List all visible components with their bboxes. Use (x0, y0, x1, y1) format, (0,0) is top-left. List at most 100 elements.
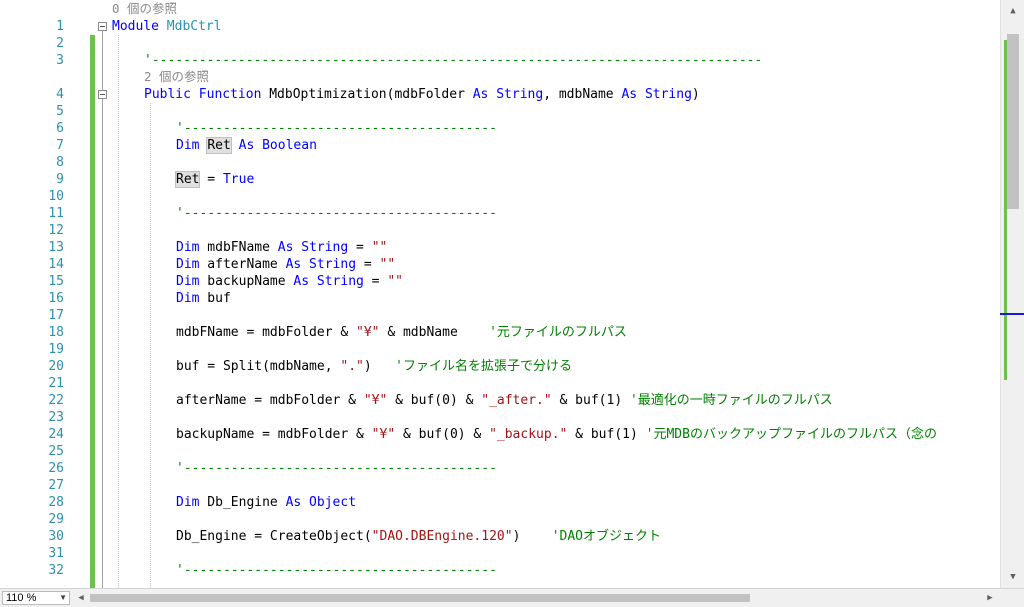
function-reference-count[interactable]: 2 個の参照 (144, 69, 209, 85)
line-number: 2 (56, 36, 64, 51)
code-text: & buf(0) & (395, 427, 490, 442)
scroll-right-icon[interactable]: ▶ (983, 591, 997, 605)
vertical-scroll-thumb[interactable] (1007, 34, 1019, 209)
vertical-scrollbar[interactable]: ▲ ▼ (1000, 0, 1024, 588)
code-text: = (356, 257, 380, 272)
module-name: MdbCtrl (158, 19, 222, 34)
line-number: 30 (48, 529, 64, 544)
line-number: 11 (48, 206, 64, 221)
line-number: 6 (56, 121, 64, 136)
keyword: As Object (285, 495, 357, 510)
string-literal: "DAO.DBEngine.120" (371, 529, 513, 544)
change-tracking-bar (90, 35, 95, 588)
zoom-level-dropdown[interactable]: 110 % ▼ (2, 591, 70, 605)
code-line-3: '---------------------------------------… (144, 52, 762, 69)
string-literal: "" (371, 240, 388, 255)
line-number: 15 (48, 274, 64, 289)
code-text: mdbFName = mdbFolder & (176, 325, 357, 340)
comment: 'ファイル名を拡張子で分ける (395, 359, 572, 374)
line-number: 8 (56, 155, 64, 170)
code-line-4: Public Function MdbOptimization(mdbFolde… (144, 86, 700, 103)
zoom-level-value: 110 % (6, 592, 37, 604)
separator-comment: '---------------------------------------… (176, 206, 497, 221)
line-number: 4 (56, 87, 64, 102)
code-text: & buf(1) (567, 427, 646, 442)
code-text: ) (363, 359, 396, 374)
keyword: Dim (176, 257, 200, 272)
caret-position-marker (1000, 313, 1024, 315)
scroll-up-icon[interactable]: ▲ (1006, 4, 1020, 18)
comment: '元ファイルのフルパス (489, 325, 627, 340)
code-text: Db_Engine = CreateObject( (176, 529, 372, 544)
string-literal: "" (387, 274, 403, 289)
line-number: 32 (48, 563, 64, 578)
line-number: 5 (56, 104, 64, 119)
line-number: 20 (48, 359, 64, 374)
collapse-module-icon[interactable] (98, 22, 107, 31)
string-literal: "¥" (371, 427, 396, 442)
keyword: Public Function (144, 87, 262, 102)
module-reference-count[interactable]: 0 個の参照 (112, 1, 177, 17)
line-number: 28 (48, 495, 64, 510)
code-text: = (199, 172, 223, 187)
highlighted-variable: Ret (174, 171, 201, 188)
code-text: & buf(1) (551, 393, 630, 408)
code-line-26: '---------------------------------------… (176, 460, 497, 477)
fold-guide-line (102, 31, 103, 588)
chevron-down-icon: ▼ (59, 593, 67, 602)
keyword: As String (472, 87, 544, 102)
keyword: Module (112, 19, 159, 34)
code-text: = (363, 274, 388, 289)
line-number: 3 (56, 53, 64, 68)
code-line-11: '---------------------------------------… (176, 205, 497, 222)
code-line-18: mdbFName = mdbFolder & "¥" & mdbName '元フ… (176, 324, 627, 341)
line-number: 21 (48, 376, 64, 391)
code-line-9: Ret = True (174, 171, 254, 188)
line-number: 29 (48, 512, 64, 527)
scroll-down-icon[interactable]: ▼ (1006, 570, 1020, 584)
line-number: 24 (48, 427, 64, 442)
keyword: As String (621, 87, 692, 102)
line-number: 16 (48, 291, 64, 306)
string-literal: "" (379, 257, 396, 272)
code-editor[interactable]: 1 2 3 4 5 6 7 8 9 10 11 12 13 14 15 16 1… (0, 0, 1000, 588)
line-number: 31 (48, 546, 64, 561)
code-line-13: Dim mdbFName As String = "" (176, 239, 387, 256)
line-number: 7 (56, 138, 64, 153)
comment: '元MDBのバックアップファイルのフルパス（念の (645, 427, 937, 442)
horizontal-scrollbar-area[interactable]: 110 % ▼ ◀ ▶ (0, 588, 1024, 607)
separator-comment: '---------------------------------------… (176, 121, 497, 136)
code-line-14: Dim afterName As String = "" (176, 256, 395, 273)
string-literal: "." (340, 359, 364, 374)
code-text: Db_Engine (199, 495, 286, 510)
separator-comment: '---------------------------------------… (176, 461, 497, 476)
string-literal: "_after." (481, 393, 552, 408)
code-text: mdbFName (199, 240, 278, 255)
scroll-left-icon[interactable]: ◀ (74, 591, 88, 605)
code-text: , mdbName (543, 87, 622, 102)
line-number: 13 (48, 240, 64, 255)
line-number: 14 (48, 257, 64, 272)
code-line-20: buf = Split(mdbName, ".") 'ファイル名を拡張子で分ける (176, 358, 572, 375)
collapse-function-icon[interactable] (98, 90, 107, 99)
code-line-28: Dim Db_Engine As Object (176, 494, 356, 511)
code-text: & buf(0) & (387, 393, 482, 408)
line-number: 27 (48, 478, 64, 493)
keyword: Dim (176, 495, 200, 510)
indent-guide (118, 35, 119, 588)
keyword: Dim (176, 240, 200, 255)
function-signature: MdbOptimization(mdbFolder (261, 87, 473, 102)
code-text: backupName = mdbFolder & (176, 427, 372, 442)
string-literal: "_backup." (489, 427, 568, 442)
code-text: afterName (199, 257, 286, 272)
line-number: 1 (56, 19, 64, 34)
code-text: = (348, 240, 372, 255)
code-line-1: Module MdbCtrl (112, 18, 222, 35)
horizontal-scroll-thumb[interactable] (90, 594, 750, 602)
line-number: 23 (48, 410, 64, 425)
code-text: backupName (199, 274, 294, 289)
separator-comment: '---------------------------------------… (176, 563, 497, 578)
line-number: 18 (48, 325, 64, 340)
highlighted-variable: Ret (206, 137, 232, 154)
keyword: As Boolean (230, 138, 317, 153)
